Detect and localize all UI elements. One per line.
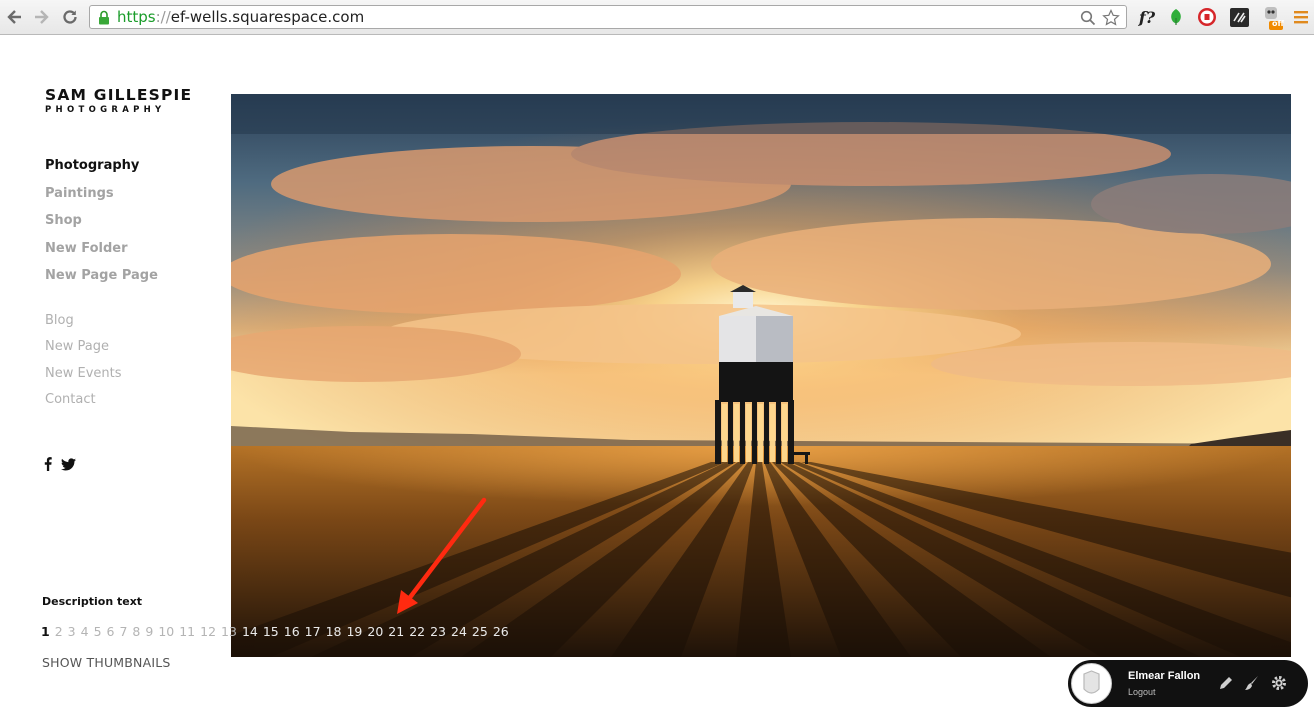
show-thumbnails-link[interactable]: SHOW THUMBNAILS: [42, 655, 171, 670]
page-number[interactable]: 6: [107, 624, 115, 639]
image-pager: 1 2 3 4 5 6 7 8 9 10 11 12 13 14 15 16 1…: [41, 624, 514, 639]
url-text[interactable]: https://ef-wells.squarespace.com: [117, 9, 364, 26]
logo-subtitle: PHOTOGRAPHY: [45, 105, 166, 115]
back-arrow-icon[interactable]: [5, 7, 25, 27]
page-number[interactable]: 3: [68, 624, 76, 639]
reload-icon[interactable]: [60, 7, 80, 27]
page-number[interactable]: 7: [119, 624, 127, 639]
page-number[interactable]: 25: [472, 624, 488, 639]
twitter-icon[interactable]: [61, 457, 76, 471]
page-number[interactable]: 11: [179, 624, 195, 639]
search-icon[interactable]: [1080, 10, 1096, 26]
page-number[interactable]: 1: [41, 624, 50, 639]
font-extension-icon[interactable]: f?: [1136, 6, 1158, 28]
page-number[interactable]: 5: [94, 624, 102, 639]
adblock-icon[interactable]: [1197, 6, 1217, 28]
page-number[interactable]: 4: [81, 624, 89, 639]
page-number[interactable]: 14: [242, 624, 258, 639]
page-number[interactable]: 26: [493, 624, 509, 639]
site-navigation: Photography Paintings Shop New Folder Ne…: [45, 156, 158, 417]
user-name: Elmear Fallon: [1128, 670, 1201, 682]
page-number[interactable]: 22: [409, 624, 425, 639]
page-number[interactable]: 13: [221, 624, 237, 639]
gear-icon[interactable]: [1270, 674, 1288, 692]
nav-item-new-page[interactable]: New Page: [45, 337, 158, 364]
nav-item-new-folder[interactable]: New Folder: [45, 239, 158, 267]
page-number[interactable]: 8: [132, 624, 140, 639]
page-number[interactable]: 10: [158, 624, 174, 639]
nav-item-new-page-page[interactable]: New Page Page: [45, 266, 158, 294]
logo-title: SAM GILLESPIE: [45, 86, 193, 104]
nav-item-photography[interactable]: Photography: [45, 156, 158, 184]
nav-item-new-events[interactable]: New Events: [45, 364, 158, 391]
page-number[interactable]: 12: [200, 624, 216, 639]
robot-extension-icon[interactable]: off: [1260, 6, 1284, 30]
browser-toolbar: https://ef-wells.squarespace.com f? off: [0, 0, 1314, 35]
lock-icon: [99, 10, 109, 25]
social-links: [44, 457, 76, 471]
page-number[interactable]: 17: [305, 624, 321, 639]
page-number[interactable]: 23: [430, 624, 446, 639]
squarespace-user-bar: Elmear Fallon Logout: [1068, 660, 1308, 707]
avatar[interactable]: [1071, 663, 1112, 704]
page-number[interactable]: 19: [346, 624, 362, 639]
page-number[interactable]: 21: [388, 624, 404, 639]
nav-item-blog[interactable]: Blog: [45, 311, 158, 338]
pencil-icon[interactable]: [1217, 674, 1235, 692]
logout-link[interactable]: Logout: [1128, 687, 1156, 697]
page-number[interactable]: 20: [367, 624, 383, 639]
menu-icon[interactable]: [1293, 6, 1309, 28]
lighthouse-photo: [231, 94, 1291, 657]
forward-arrow-icon[interactable]: [31, 7, 51, 27]
page-number[interactable]: 9: [145, 624, 153, 639]
page-number[interactable]: 18: [326, 624, 342, 639]
extension-square-icon[interactable]: [1229, 6, 1249, 28]
image-description: Description text: [42, 595, 143, 608]
nav-item-contact[interactable]: Contact: [45, 390, 158, 417]
page-number[interactable]: 2: [55, 624, 63, 639]
gallery-image[interactable]: [231, 94, 1291, 657]
nav-item-shop[interactable]: Shop: [45, 211, 158, 239]
brush-icon[interactable]: [1243, 674, 1261, 692]
page-number[interactable]: 24: [451, 624, 467, 639]
site-logo[interactable]: SAM GILLESPIE PHOTOGRAPHY: [45, 86, 192, 115]
page-number[interactable]: 15: [263, 624, 279, 639]
leaf-extension-icon[interactable]: [1167, 6, 1185, 28]
facebook-icon[interactable]: [44, 457, 52, 471]
star-icon[interactable]: [1102, 9, 1120, 27]
nav-item-paintings[interactable]: Paintings: [45, 184, 158, 212]
address-bar[interactable]: https://ef-wells.squarespace.com: [89, 5, 1127, 29]
page-number[interactable]: 16: [284, 624, 300, 639]
